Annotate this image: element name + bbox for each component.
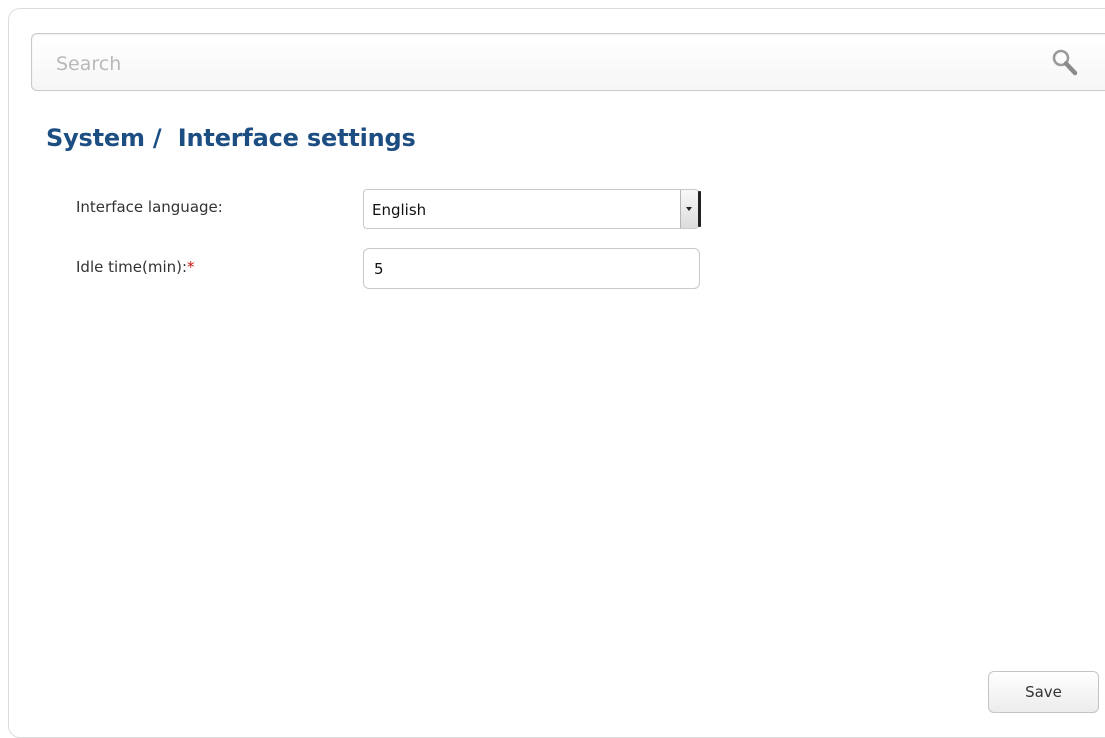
select-edge-divider <box>698 191 701 227</box>
interface-language-label: Interface language: <box>76 198 223 216</box>
search-bar[interactable] <box>31 33 1105 91</box>
chevron-down-icon[interactable] <box>680 190 698 228</box>
page-title: System / Interface settings <box>46 124 416 152</box>
search-input[interactable] <box>54 48 1018 80</box>
interface-language-value: English <box>372 201 427 219</box>
idle-time-label-group: Idle time(min):* <box>76 258 195 276</box>
idle-time-label: Idle time(min): <box>76 258 188 276</box>
required-marker: * <box>187 258 195 276</box>
idle-time-input[interactable] <box>363 248 700 289</box>
interface-language-select[interactable]: English <box>363 189 701 229</box>
save-button[interactable]: Save <box>988 671 1099 713</box>
search-icon[interactable] <box>1049 47 1081 79</box>
content-panel <box>8 8 1105 738</box>
